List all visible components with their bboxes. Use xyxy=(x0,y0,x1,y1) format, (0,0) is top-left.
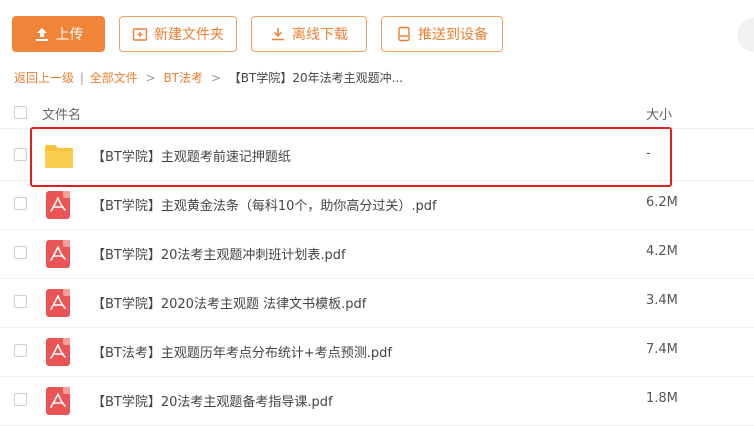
row-checkbox[interactable] xyxy=(14,246,27,259)
file-row[interactable]: 【BT学院】20法考主观题备考指导课.pdf 1.8M xyxy=(0,376,754,426)
file-size: - xyxy=(646,146,651,161)
pdf-icon xyxy=(44,191,72,219)
file-name[interactable]: 【BT学院】20法考主观题备考指导课.pdf xyxy=(92,391,333,410)
file-name[interactable]: 【BT法考】主观题历年考点分布统计+考点预测.pdf xyxy=(92,342,392,361)
new-folder-icon xyxy=(132,26,148,42)
file-row[interactable]: 【BT法考】主观题历年考点分布统计+考点预测.pdf 7.4M xyxy=(0,327,754,377)
breadcrumb-arrow: > xyxy=(210,71,221,85)
pdf-icon xyxy=(44,289,72,317)
folder-icon xyxy=(44,142,73,170)
file-list-header: 文件名 大小 xyxy=(0,98,754,129)
pdf-icon xyxy=(44,240,72,268)
file-size: 6.2M xyxy=(646,195,678,210)
push-to-device-button[interactable]: 推送到设备 xyxy=(381,16,503,52)
breadcrumb-all-files-link[interactable]: 全部文件 xyxy=(90,71,138,85)
file-name[interactable]: 【BT学院】2020法考主观题 法律文书模板.pdf xyxy=(92,293,366,312)
row-checkbox[interactable] xyxy=(14,197,27,210)
breadcrumb-divider: | xyxy=(79,71,84,85)
file-row[interactable]: 【BT学院】主观黄金法条（每科10个，助你高分过关）.pdf 6.2M xyxy=(0,180,754,230)
file-row[interactable]: 【BT学院】2020法考主观题 法律文书模板.pdf 3.4M xyxy=(0,278,754,328)
offline-download-button[interactable]: 离线下载 xyxy=(251,16,367,52)
breadcrumb-back-link[interactable]: 返回上一级 xyxy=(14,71,74,85)
upload-label: 上传 xyxy=(55,27,84,43)
file-name[interactable]: 【BT学院】主观黄金法条（每科10个，助你高分过关）.pdf xyxy=(92,195,437,214)
push-to-device-label: 推送到设备 xyxy=(418,27,488,43)
breadcrumb-current: 【BT学院】20年法考主观题冲... xyxy=(228,71,404,85)
row-checkbox[interactable] xyxy=(14,295,27,308)
file-size: 3.4M xyxy=(646,293,678,308)
upload-icon xyxy=(34,26,50,42)
breadcrumb: 返回上一级 | 全部文件 > BT法考 > 【BT学院】20年法考主观题冲... xyxy=(14,69,403,86)
download-icon xyxy=(270,26,286,42)
pdf-icon xyxy=(44,387,72,415)
select-all-checkbox[interactable] xyxy=(14,106,27,119)
file-row[interactable]: 【BT学院】主观题考前速记押题纸 - xyxy=(0,131,754,181)
row-checkbox[interactable] xyxy=(14,344,27,357)
column-header-size[interactable]: 大小 xyxy=(646,104,672,123)
upload-button[interactable]: 上传 xyxy=(12,16,105,52)
file-size: 1.8M xyxy=(646,391,678,406)
breadcrumb-arrow: > xyxy=(145,71,156,85)
row-checkbox[interactable] xyxy=(14,148,27,161)
new-folder-label: 新建文件夹 xyxy=(154,27,224,43)
pdf-icon xyxy=(44,338,72,366)
breadcrumb-bt-link[interactable]: BT法考 xyxy=(163,71,203,85)
device-icon xyxy=(396,26,412,42)
file-name[interactable]: 【BT学院】20法考主观题冲刺班计划表.pdf xyxy=(92,244,346,263)
new-folder-button[interactable]: 新建文件夹 xyxy=(119,16,237,52)
file-row[interactable]: 【BT学院】20法考主观题冲刺班计划表.pdf 4.2M xyxy=(0,229,754,279)
file-size: 7.4M xyxy=(646,342,678,357)
offline-download-label: 离线下载 xyxy=(292,27,348,43)
more-button[interactable] xyxy=(737,18,754,52)
file-name[interactable]: 【BT学院】主观题考前速记押题纸 xyxy=(92,146,291,165)
column-header-name[interactable]: 文件名 xyxy=(42,104,81,123)
row-checkbox[interactable] xyxy=(14,393,27,406)
file-size: 4.2M xyxy=(646,244,678,259)
